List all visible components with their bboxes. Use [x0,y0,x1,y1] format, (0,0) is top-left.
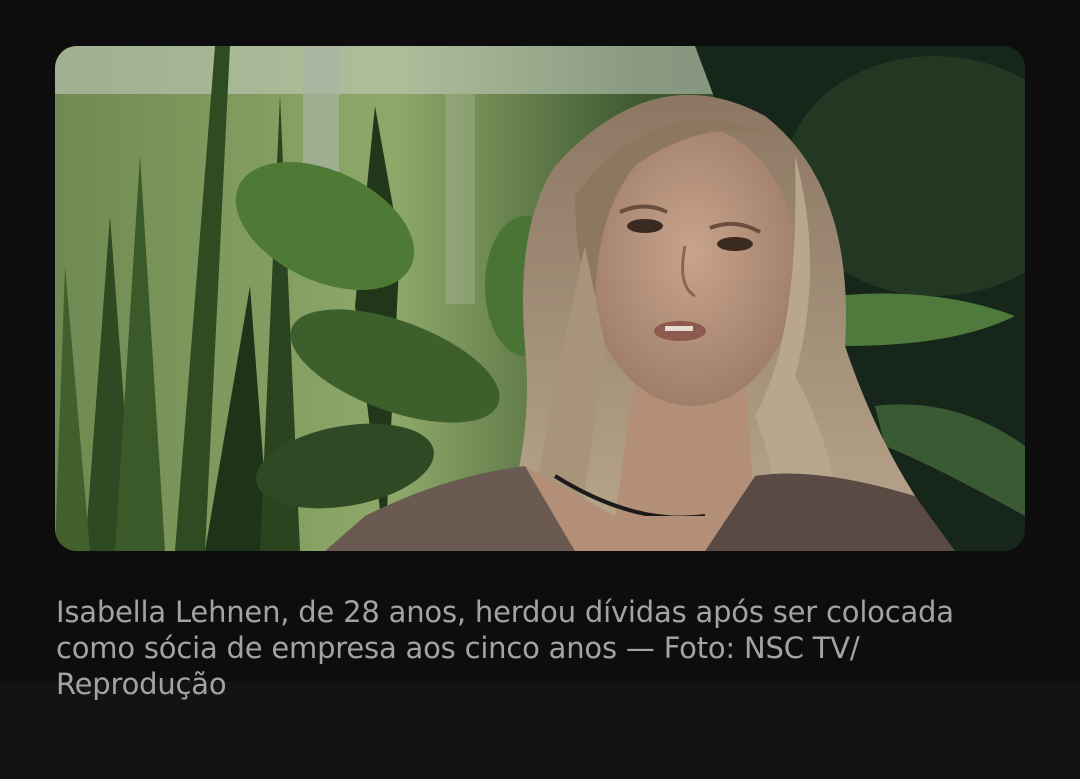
article-image-viewer: Isabella Lehnen, de 28 anos, herdou dívi… [0,0,1080,779]
article-photo[interactable] [55,46,1025,551]
photo-caption: Isabella Lehnen, de 28 anos, herdou dívi… [56,595,954,701]
photo-illustration [55,46,1025,551]
